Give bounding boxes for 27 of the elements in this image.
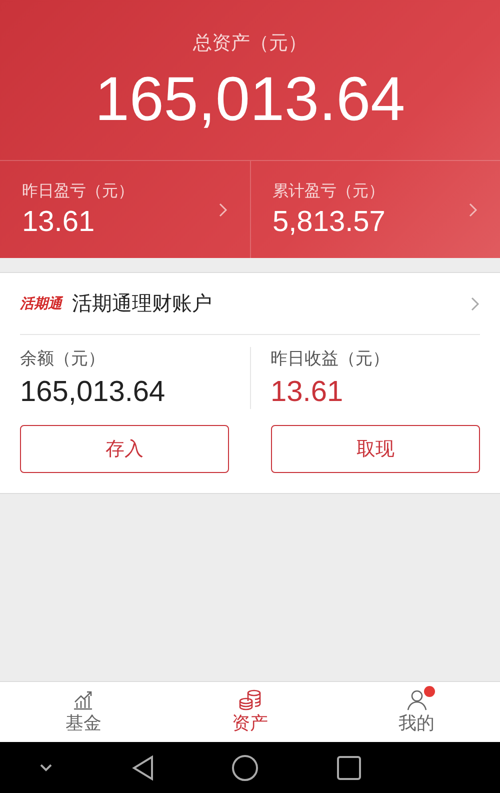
stat-label: 昨日盈亏（元） — [22, 180, 135, 202]
field-label: 昨日收益（元） — [270, 348, 390, 370]
tab[interactable]: 资产 — [166, 682, 334, 742]
tab[interactable]: 基金 — [0, 682, 167, 742]
total-assets-label: 总资产（元） — [192, 31, 308, 56]
recents-icon[interactable] — [336, 756, 361, 780]
coins-icon — [238, 689, 262, 711]
action-button[interactable]: 存入 — [20, 425, 229, 473]
chevron-right-icon — [470, 296, 480, 312]
chevron-right-icon — [468, 202, 478, 218]
account-title[interactable]: 活期通理财账户 — [72, 290, 470, 317]
chevron-right-icon — [218, 202, 228, 218]
stat-value: 13.61 — [22, 206, 96, 238]
logo: 活期通 — [20, 294, 62, 312]
person-icon — [406, 689, 427, 711]
tab[interactable]: 我的 — [333, 682, 500, 742]
stat-value: 5,813.57 — [272, 206, 386, 238]
action-button[interactable]: 取现 — [271, 425, 480, 473]
chevron-down-icon[interactable] — [39, 764, 54, 772]
back-icon[interactable] — [132, 754, 154, 780]
total-assets-value: 165,013.64 — [94, 64, 406, 136]
chart-icon — [72, 689, 94, 711]
field-value: 13.61 — [270, 376, 344, 409]
home-icon[interactable] — [232, 754, 258, 780]
field-label: 余额（元） — [20, 348, 106, 370]
stat-label: 累计盈亏（元） — [272, 180, 386, 202]
field-value: 165,013.64 — [20, 376, 166, 409]
